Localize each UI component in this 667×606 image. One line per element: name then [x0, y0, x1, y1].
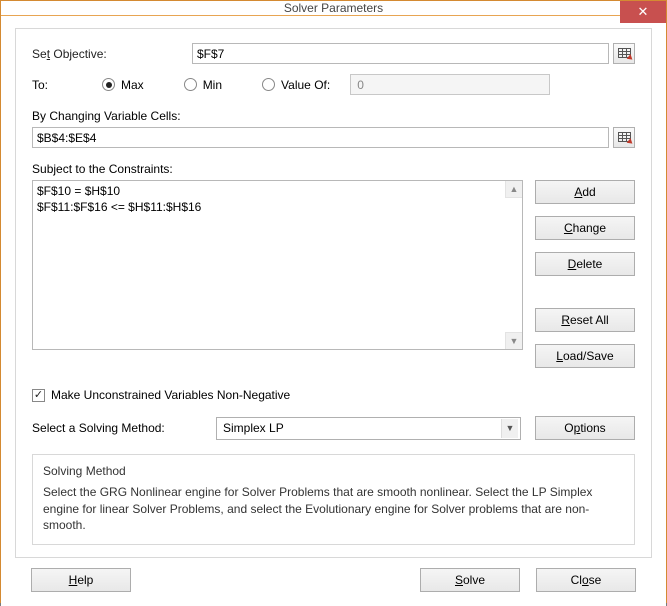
changing-cells-label: By Changing Variable Cells: [32, 109, 635, 123]
load-save-button[interactable]: Load/Save [535, 344, 635, 368]
nonneg-row: Make Unconstrained Variables Non-Negativ… [32, 388, 635, 402]
radio-min-label: Min [203, 78, 222, 92]
description-body: Select the GRG Nonlinear engine for Solv… [43, 484, 624, 534]
to-row: To: Max Min Value Of: [32, 74, 635, 95]
chevron-down-icon: ▼ [501, 419, 518, 438]
objective-row: Set Objective: [32, 43, 635, 64]
solve-button[interactable]: Solve [420, 568, 520, 592]
chevron-up-icon: ▲ [510, 184, 519, 194]
constraint-buttons: Add Change Delete Reset All Load/Save [535, 180, 635, 380]
scroll-down-button[interactable]: ▼ [505, 332, 522, 349]
radio-icon [184, 78, 197, 91]
range-select-icon [618, 48, 631, 59]
nonneg-checkbox[interactable] [32, 389, 45, 402]
options-button[interactable]: Options [535, 416, 635, 440]
solving-method-value: Simplex LP [223, 421, 284, 435]
help-button[interactable]: Help [31, 568, 131, 592]
to-label: To: [32, 78, 102, 92]
radio-max[interactable]: Max [102, 78, 144, 92]
nonneg-label: Make Unconstrained Variables Non-Negativ… [51, 388, 290, 402]
solver-parameters-dialog: Solver Parameters ✕ Set Objective: To: [0, 0, 667, 603]
objective-range-picker[interactable] [613, 43, 635, 64]
change-button[interactable]: Change [535, 216, 635, 240]
titlebar: Solver Parameters ✕ [1, 1, 666, 16]
description-heading: Solving Method [43, 463, 624, 480]
constraint-item[interactable]: $F$11:$F$16 <= $H$11:$H$16 [37, 199, 518, 215]
close-window-button[interactable]: ✕ [620, 1, 666, 23]
radio-icon [102, 78, 115, 91]
delete-button[interactable]: Delete [535, 252, 635, 276]
valueof-input[interactable] [350, 74, 550, 95]
solving-method-description: Solving Method Select the GRG Nonlinear … [32, 454, 635, 545]
add-button[interactable]: Add [535, 180, 635, 204]
constraints-area: $F$10 = $H$10 $F$11:$F$16 <= $H$11:$H$16… [32, 180, 635, 380]
radio-valueof[interactable]: Value Of: [262, 78, 330, 92]
changing-cells-range-picker[interactable] [613, 127, 635, 148]
constraints-listbox[interactable]: $F$10 = $H$10 $F$11:$F$16 <= $H$11:$H$16… [32, 180, 523, 350]
solving-method-label: Select a Solving Method: [32, 421, 202, 435]
radio-max-label: Max [121, 78, 144, 92]
changing-cells-input[interactable] [32, 127, 609, 148]
radio-min[interactable]: Min [184, 78, 222, 92]
main-panel: Set Objective: To: Max Min [15, 28, 652, 558]
close-icon: ✕ [638, 4, 649, 20]
dialog-body: Set Objective: To: Max Min [1, 16, 666, 606]
solving-method-row: Select a Solving Method: Simplex LP ▼ Op… [32, 416, 635, 440]
footer-right: Solve Close [420, 568, 636, 592]
radio-valueof-label: Value Of: [281, 78, 330, 92]
dialog-footer: Help Solve Close [15, 558, 652, 592]
set-objective-label: Set Objective: [32, 47, 192, 61]
changing-cells-row [32, 127, 635, 148]
solving-method-select[interactable]: Simplex LP ▼ [216, 417, 521, 440]
constraints-label: Subject to the Constraints: [32, 162, 635, 176]
objective-input[interactable] [192, 43, 609, 64]
close-button[interactable]: Close [536, 568, 636, 592]
reset-all-button[interactable]: Reset All [535, 308, 635, 332]
chevron-down-icon: ▼ [510, 336, 519, 346]
range-select-icon [618, 132, 631, 143]
constraint-item[interactable]: $F$10 = $H$10 [37, 183, 518, 199]
window-title: Solver Parameters [1, 1, 666, 15]
scroll-up-button[interactable]: ▲ [505, 181, 522, 198]
radio-icon [262, 78, 275, 91]
